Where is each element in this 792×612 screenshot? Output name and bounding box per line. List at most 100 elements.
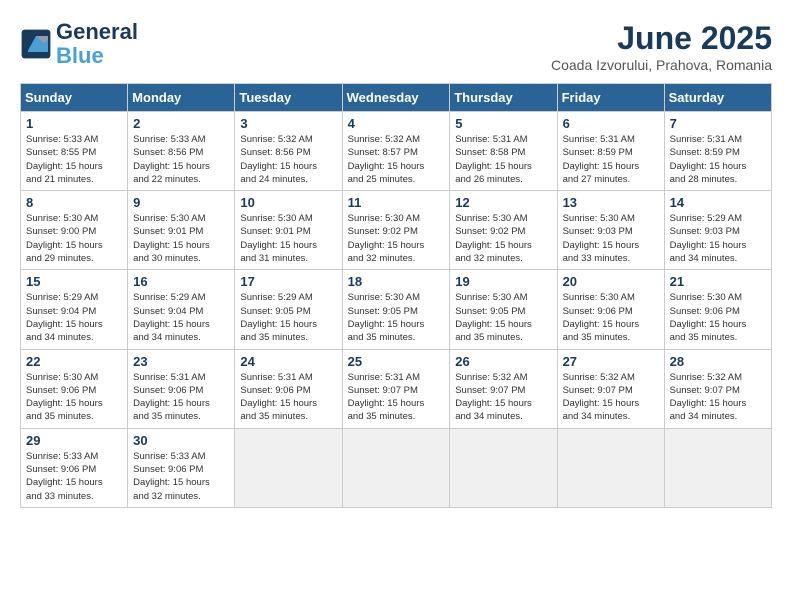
day-cell-6: 6 Sunrise: 5:31 AM Sunset: 8:59 PM Daylig… (557, 112, 664, 191)
day-cell-19: 19 Sunrise: 5:30 AM Sunset: 9:05 PM Dayli… (450, 270, 557, 349)
day-info: Sunrise: 5:31 AM Sunset: 8:58 PM Dayligh… (455, 133, 551, 186)
day-number: 15 (26, 274, 122, 289)
weekday-header-monday: Monday (128, 84, 235, 112)
day-number: 8 (26, 195, 122, 210)
day-cell-30: 30 Sunrise: 5:33 AM Sunset: 9:06 PM Dayli… (128, 428, 235, 507)
day-info: Sunrise: 5:33 AM Sunset: 8:56 PM Dayligh… (133, 133, 229, 186)
weekday-header-row: SundayMondayTuesdayWednesdayThursdayFrid… (21, 84, 772, 112)
day-number: 9 (133, 195, 229, 210)
weekday-header-wednesday: Wednesday (342, 84, 450, 112)
day-number: 23 (133, 354, 229, 369)
day-cell-23: 23 Sunrise: 5:31 AM Sunset: 9:06 PM Dayli… (128, 349, 235, 428)
month-title: June 2025 (551, 20, 772, 57)
calendar: SundayMondayTuesdayWednesdayThursdayFrid… (20, 83, 772, 508)
day-number: 30 (133, 433, 229, 448)
week-row-1: 1 Sunrise: 5:33 AM Sunset: 8:55 PM Daylig… (21, 112, 772, 191)
day-cell-15: 15 Sunrise: 5:29 AM Sunset: 9:04 PM Dayli… (21, 270, 128, 349)
day-info: Sunrise: 5:30 AM Sunset: 9:00 PM Dayligh… (26, 212, 122, 265)
day-info: Sunrise: 5:31 AM Sunset: 9:06 PM Dayligh… (133, 371, 229, 424)
day-info: Sunrise: 5:33 AM Sunset: 9:06 PM Dayligh… (26, 450, 122, 503)
day-number: 3 (240, 116, 336, 131)
day-number: 25 (348, 354, 445, 369)
day-info: Sunrise: 5:29 AM Sunset: 9:05 PM Dayligh… (240, 291, 336, 344)
day-cell-22: 22 Sunrise: 5:30 AM Sunset: 9:06 PM Dayli… (21, 349, 128, 428)
day-number: 13 (563, 195, 659, 210)
day-info: Sunrise: 5:31 AM Sunset: 8:59 PM Dayligh… (563, 133, 659, 186)
day-info: Sunrise: 5:30 AM Sunset: 9:05 PM Dayligh… (455, 291, 551, 344)
weekday-header-thursday: Thursday (450, 84, 557, 112)
logo: General Blue (20, 20, 138, 68)
week-row-2: 8 Sunrise: 5:30 AM Sunset: 9:00 PM Daylig… (21, 191, 772, 270)
day-info: Sunrise: 5:33 AM Sunset: 8:55 PM Dayligh… (26, 133, 122, 186)
day-info: Sunrise: 5:30 AM Sunset: 9:01 PM Dayligh… (133, 212, 229, 265)
title-area: June 2025 Coada Izvorului, Prahova, Roma… (551, 20, 772, 73)
day-info: Sunrise: 5:32 AM Sunset: 9:07 PM Dayligh… (670, 371, 766, 424)
week-row-5: 29 Sunrise: 5:33 AM Sunset: 9:06 PM Dayli… (21, 428, 772, 507)
header: General Blue June 2025 Coada Izvorului, … (20, 20, 772, 73)
day-info: Sunrise: 5:30 AM Sunset: 9:06 PM Dayligh… (563, 291, 659, 344)
day-info: Sunrise: 5:29 AM Sunset: 9:03 PM Dayligh… (670, 212, 766, 265)
day-info: Sunrise: 5:32 AM Sunset: 8:56 PM Dayligh… (240, 133, 336, 186)
day-cell-7: 7 Sunrise: 5:31 AM Sunset: 8:59 PM Daylig… (664, 112, 771, 191)
day-cell-11: 11 Sunrise: 5:30 AM Sunset: 9:02 PM Dayli… (342, 191, 450, 270)
day-cell-27: 27 Sunrise: 5:32 AM Sunset: 9:07 PM Dayli… (557, 349, 664, 428)
day-info: Sunrise: 5:30 AM Sunset: 9:02 PM Dayligh… (455, 212, 551, 265)
empty-cell (450, 428, 557, 507)
day-number: 18 (348, 274, 445, 289)
day-number: 26 (455, 354, 551, 369)
day-cell-12: 12 Sunrise: 5:30 AM Sunset: 9:02 PM Dayli… (450, 191, 557, 270)
day-number: 11 (348, 195, 445, 210)
day-number: 4 (348, 116, 445, 131)
day-cell-29: 29 Sunrise: 5:33 AM Sunset: 9:06 PM Dayli… (21, 428, 128, 507)
day-number: 27 (563, 354, 659, 369)
day-info: Sunrise: 5:31 AM Sunset: 9:07 PM Dayligh… (348, 371, 445, 424)
day-cell-9: 9 Sunrise: 5:30 AM Sunset: 9:01 PM Daylig… (128, 191, 235, 270)
day-number: 10 (240, 195, 336, 210)
empty-cell (664, 428, 771, 507)
weekday-header-saturday: Saturday (664, 84, 771, 112)
day-info: Sunrise: 5:31 AM Sunset: 9:06 PM Dayligh… (240, 371, 336, 424)
day-cell-5: 5 Sunrise: 5:31 AM Sunset: 8:58 PM Daylig… (450, 112, 557, 191)
day-number: 21 (670, 274, 766, 289)
day-cell-21: 21 Sunrise: 5:30 AM Sunset: 9:06 PM Dayli… (664, 270, 771, 349)
day-number: 5 (455, 116, 551, 131)
day-info: Sunrise: 5:30 AM Sunset: 9:03 PM Dayligh… (563, 212, 659, 265)
day-cell-25: 25 Sunrise: 5:31 AM Sunset: 9:07 PM Dayli… (342, 349, 450, 428)
day-cell-26: 26 Sunrise: 5:32 AM Sunset: 9:07 PM Dayli… (450, 349, 557, 428)
day-number: 6 (563, 116, 659, 131)
day-info: Sunrise: 5:30 AM Sunset: 9:06 PM Dayligh… (670, 291, 766, 344)
day-info: Sunrise: 5:32 AM Sunset: 9:07 PM Dayligh… (563, 371, 659, 424)
weekday-header-sunday: Sunday (21, 84, 128, 112)
day-number: 1 (26, 116, 122, 131)
day-info: Sunrise: 5:29 AM Sunset: 9:04 PM Dayligh… (26, 291, 122, 344)
day-number: 29 (26, 433, 122, 448)
day-cell-18: 18 Sunrise: 5:30 AM Sunset: 9:05 PM Dayli… (342, 270, 450, 349)
day-cell-14: 14Sunrise: 5:29 AM Sunset: 9:03 PM Dayli… (664, 191, 771, 270)
day-number: 19 (455, 274, 551, 289)
day-info: Sunrise: 5:32 AM Sunset: 9:07 PM Dayligh… (455, 371, 551, 424)
day-info: Sunrise: 5:32 AM Sunset: 8:57 PM Dayligh… (348, 133, 445, 186)
empty-cell (342, 428, 450, 507)
day-info: Sunrise: 5:30 AM Sunset: 9:05 PM Dayligh… (348, 291, 445, 344)
day-number: 17 (240, 274, 336, 289)
day-info: Sunrise: 5:30 AM Sunset: 9:02 PM Dayligh… (348, 212, 445, 265)
day-number: 12 (455, 195, 551, 210)
day-info: Sunrise: 5:29 AM Sunset: 9:04 PM Dayligh… (133, 291, 229, 344)
weekday-header-friday: Friday (557, 84, 664, 112)
day-number: 16 (133, 274, 229, 289)
day-number: 28 (670, 354, 766, 369)
day-cell-1: 1 Sunrise: 5:33 AM Sunset: 8:55 PM Daylig… (21, 112, 128, 191)
day-cell-2: 2 Sunrise: 5:33 AM Sunset: 8:56 PM Daylig… (128, 112, 235, 191)
day-number: 22 (26, 354, 122, 369)
day-info: Sunrise: 5:30 AM Sunset: 9:06 PM Dayligh… (26, 371, 122, 424)
day-number: 7 (670, 116, 766, 131)
day-number: 24 (240, 354, 336, 369)
day-cell-17: 17 Sunrise: 5:29 AM Sunset: 9:05 PM Dayli… (235, 270, 342, 349)
day-info: Sunrise: 5:33 AM Sunset: 9:06 PM Dayligh… (133, 450, 229, 503)
day-cell-16: 16 Sunrise: 5:29 AM Sunset: 9:04 PM Dayli… (128, 270, 235, 349)
day-number: 2 (133, 116, 229, 131)
logo-text: General Blue (56, 20, 138, 68)
day-info: Sunrise: 5:31 AM Sunset: 8:59 PM Dayligh… (670, 133, 766, 186)
day-number: 20 (563, 274, 659, 289)
day-cell-20: 20 Sunrise: 5:30 AM Sunset: 9:06 PM Dayli… (557, 270, 664, 349)
